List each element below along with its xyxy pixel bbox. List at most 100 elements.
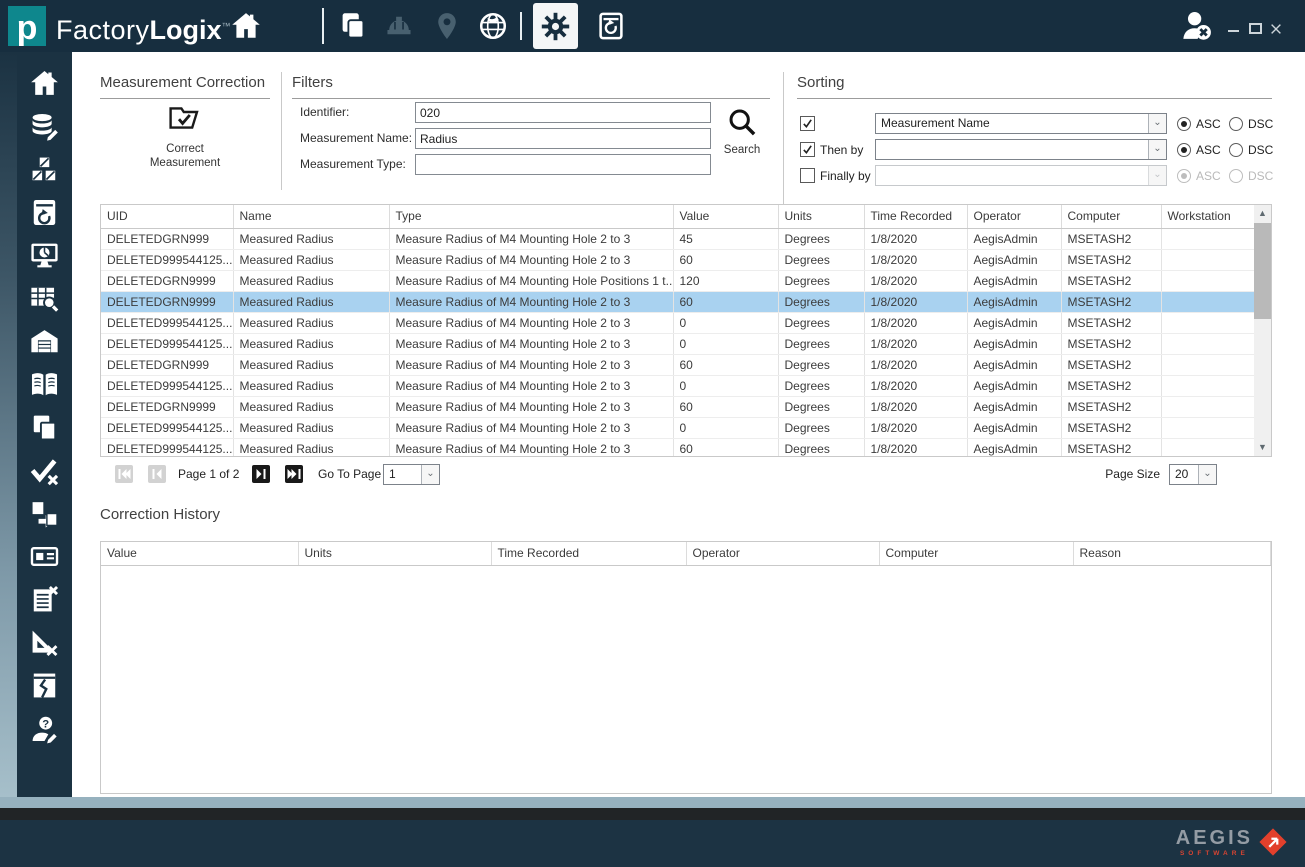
column-header[interactable]: Reason bbox=[1073, 542, 1271, 565]
data-query-icon[interactable] bbox=[28, 282, 62, 315]
table-row[interactable]: DELETED999544125...Measured RadiusMeasur… bbox=[101, 312, 1256, 333]
table-cell: 45 bbox=[673, 228, 778, 249]
scroll-down-icon[interactable]: ▼ bbox=[1254, 439, 1271, 456]
table-cell: Measure Radius of M4 Mounting Hole 2 to … bbox=[389, 396, 673, 417]
column-header[interactable]: Computer bbox=[1061, 205, 1161, 228]
asc-radio[interactable] bbox=[1177, 143, 1191, 157]
home-icon[interactable] bbox=[28, 67, 62, 100]
sort-enabled-checkbox[interactable] bbox=[800, 142, 815, 157]
column-header[interactable]: Type bbox=[389, 205, 673, 228]
table-cell: DELETEDGRN9999 bbox=[101, 270, 233, 291]
checklist-remove-icon[interactable] bbox=[28, 583, 62, 616]
dashboard-monitor-icon[interactable] bbox=[28, 239, 62, 272]
sort-field-dropdown[interactable]: ⌄ bbox=[875, 165, 1167, 186]
sort-field-dropdown[interactable]: ⌄ bbox=[875, 139, 1167, 160]
asc-label: ASC bbox=[1196, 165, 1221, 187]
table-cell bbox=[1161, 249, 1256, 270]
transfer-icon[interactable] bbox=[28, 497, 62, 530]
logout-user-icon[interactable] bbox=[1178, 8, 1216, 46]
asc-radio[interactable] bbox=[1177, 169, 1191, 183]
sort-enabled-checkbox[interactable] bbox=[800, 116, 815, 131]
dsc-radio[interactable] bbox=[1229, 143, 1243, 157]
measurement-type-input[interactable] bbox=[415, 154, 711, 175]
measurement-name-input[interactable] bbox=[415, 128, 711, 149]
sort-enabled-checkbox[interactable] bbox=[800, 168, 815, 183]
asc-radio[interactable] bbox=[1177, 117, 1191, 131]
table-row[interactable]: DELETEDGRN9999Measured RadiusMeasure Rad… bbox=[101, 291, 1256, 312]
table-cell: 1/8/2020 bbox=[864, 354, 967, 375]
column-header[interactable]: Name bbox=[233, 205, 389, 228]
table-cell: MSETASH2 bbox=[1061, 312, 1161, 333]
approve-reject-icon[interactable] bbox=[28, 454, 62, 487]
column-header[interactable]: Units bbox=[778, 205, 864, 228]
chevron-down-icon[interactable]: ⌄ bbox=[1148, 140, 1166, 159]
page-size-select[interactable]: 20 ⌄ bbox=[1169, 464, 1217, 485]
first-page-button[interactable] bbox=[115, 465, 133, 483]
table-cell: 60 bbox=[673, 249, 778, 270]
measurement-type-label: Measurement Type: bbox=[300, 154, 406, 175]
goto-page-select[interactable]: 1 ⌄ bbox=[383, 464, 440, 485]
table-cell: Measured Radius bbox=[233, 396, 389, 417]
section-title-correction-history: Correction History bbox=[100, 506, 220, 523]
next-page-button[interactable] bbox=[252, 465, 270, 483]
last-page-button[interactable] bbox=[285, 465, 303, 483]
chevron-down-icon[interactable]: ⌄ bbox=[1148, 114, 1166, 133]
table-row[interactable]: DELETED999544125...Measured RadiusMeasur… bbox=[101, 249, 1256, 270]
operator-help-icon[interactable]: ? bbox=[28, 712, 62, 745]
pages-icon[interactable] bbox=[338, 11, 368, 41]
backup-restore-icon[interactable] bbox=[596, 11, 626, 41]
scrollbar-thumb[interactable] bbox=[1254, 223, 1271, 319]
column-header[interactable]: Computer bbox=[879, 542, 1073, 565]
settings-gear-icon[interactable] bbox=[533, 3, 578, 49]
minimize-button[interactable] bbox=[1226, 22, 1242, 36]
column-header[interactable]: Time Recorded bbox=[864, 205, 967, 228]
vertical-scrollbar[interactable]: ▲ ▼ bbox=[1254, 205, 1271, 456]
previous-page-button[interactable] bbox=[148, 465, 166, 483]
table-row[interactable]: DELETEDGRN9999Measured RadiusMeasure Rad… bbox=[101, 270, 1256, 291]
id-card-icon[interactable] bbox=[28, 540, 62, 573]
chevron-down-icon[interactable]: ⌄ bbox=[421, 465, 439, 484]
column-header[interactable]: Value bbox=[101, 542, 298, 565]
sort-field-dropdown[interactable]: Measurement Name⌄ bbox=[875, 113, 1167, 134]
column-header[interactable]: Time Recorded bbox=[491, 542, 686, 565]
column-header[interactable]: Units bbox=[298, 542, 491, 565]
table-cell: AegisAdmin bbox=[967, 249, 1061, 270]
warehouse-icon[interactable] bbox=[28, 325, 62, 358]
history-book-icon[interactable] bbox=[28, 196, 62, 229]
maximize-button[interactable] bbox=[1248, 22, 1264, 36]
home-icon[interactable] bbox=[230, 10, 262, 42]
column-header[interactable]: Operator bbox=[686, 542, 879, 565]
column-header[interactable]: Operator bbox=[967, 205, 1061, 228]
database-edit-icon[interactable] bbox=[28, 110, 62, 143]
dsc-radio[interactable] bbox=[1229, 169, 1243, 183]
close-button[interactable] bbox=[1269, 22, 1285, 36]
measurement-correction-icon[interactable] bbox=[28, 626, 62, 659]
column-header[interactable]: Workstation bbox=[1161, 205, 1256, 228]
table-cell bbox=[1161, 270, 1256, 291]
table-row[interactable]: DELETEDGRN9999Measured RadiusMeasure Rad… bbox=[101, 396, 1256, 417]
column-header[interactable]: UID bbox=[101, 205, 233, 228]
table-row[interactable]: DELETED999544125...Measured RadiusMeasur… bbox=[101, 333, 1256, 354]
table-row[interactable]: DELETEDGRN999Measured RadiusMeasure Radi… bbox=[101, 228, 1256, 249]
scroll-up-icon[interactable]: ▲ bbox=[1254, 205, 1271, 222]
table-cell: Measured Radius bbox=[233, 312, 389, 333]
table-row[interactable]: DELETED999544125...Measured RadiusMeasur… bbox=[101, 417, 1256, 438]
dsc-radio[interactable] bbox=[1229, 117, 1243, 131]
page-indicator: Page 1 of 2 bbox=[178, 462, 239, 486]
copy-pages-icon[interactable] bbox=[28, 411, 62, 444]
chevron-down-icon[interactable]: ⌄ bbox=[1148, 166, 1166, 185]
column-header[interactable]: Value bbox=[673, 205, 778, 228]
table-row[interactable]: DELETED999544125...Measured RadiusMeasur… bbox=[101, 375, 1256, 396]
chevron-down-icon[interactable]: ⌄ bbox=[1198, 465, 1216, 484]
location-pin-icon bbox=[432, 11, 462, 41]
correct-measurement-button[interactable]: Correct Measurement bbox=[100, 102, 270, 170]
table-row[interactable]: DELETEDGRN999Measured RadiusMeasure Radi… bbox=[101, 354, 1256, 375]
identifier-input[interactable] bbox=[415, 102, 711, 123]
globe-icon[interactable] bbox=[478, 11, 508, 41]
split-document-icon[interactable] bbox=[28, 669, 62, 702]
documentation-book-icon[interactable] bbox=[28, 368, 62, 401]
search-button[interactable]: Search bbox=[711, 107, 773, 156]
material-boxes-icon[interactable] bbox=[28, 153, 62, 186]
table-row[interactable]: DELETED999544125...Measured RadiusMeasur… bbox=[101, 438, 1256, 457]
table-cell: Measured Radius bbox=[233, 249, 389, 270]
